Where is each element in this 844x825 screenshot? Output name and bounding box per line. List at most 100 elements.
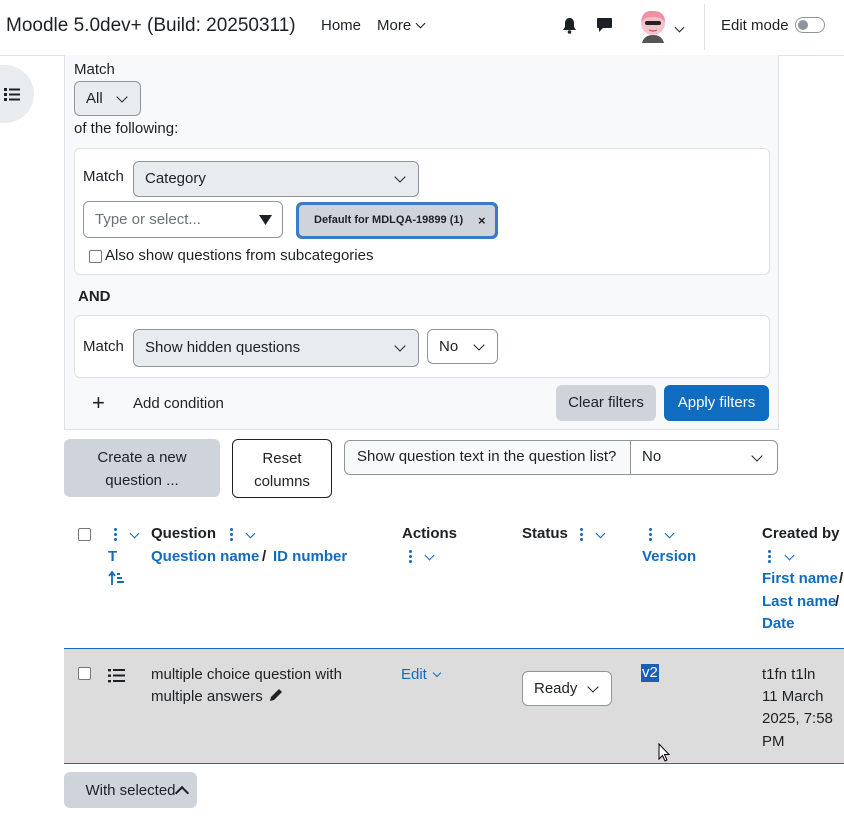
version-value: v2 <box>641 664 659 682</box>
condition-type-value: Category <box>145 170 206 187</box>
type-column-menu-icon[interactable] <box>114 528 118 543</box>
created-date-line-3: PM <box>762 733 785 750</box>
chevron-down-icon <box>394 171 406 183</box>
create-question-label-2: question ... <box>105 472 179 489</box>
edit-mode-label: Edit mode <box>721 17 789 34</box>
status-column-header: Status <box>522 525 568 542</box>
show-question-text-label: Show question text in the question list? <box>357 448 617 465</box>
chip-remove-icon[interactable]: × <box>478 205 486 236</box>
sort-first-name[interactable]: First name <box>762 570 838 587</box>
question-column-header: Question <box>151 525 217 542</box>
category-search-input[interactable]: Type or select... <box>83 201 283 238</box>
filter-panel: Match All of the following: Match Catego… <box>64 55 779 430</box>
sort-last-name[interactable]: Last name <box>762 593 836 610</box>
chevron-down-icon <box>415 18 426 29</box>
type-column-sort[interactable]: T <box>108 548 117 565</box>
condition-match-label: Match <box>83 168 124 185</box>
sort-id-number[interactable]: ID number <box>273 548 347 565</box>
user-avatar[interactable] <box>638 10 668 44</box>
selected-category-chip[interactable]: Default for MDLQA-19899 (1) × <box>299 205 495 236</box>
created-date-line-2: 2025, 7:58 <box>762 710 833 727</box>
chevron-down-icon[interactable] <box>424 550 435 561</box>
course-index-toggle[interactable] <box>0 65 34 123</box>
question-column-menu-icon[interactable] <box>230 528 234 543</box>
apply-filters-button[interactable]: Apply filters <box>664 385 769 421</box>
clear-filters-button[interactable]: Clear filters <box>556 385 656 421</box>
nav-more-label: More <box>377 17 412 34</box>
match-all-value: All <box>86 90 103 107</box>
edit-mode-toggle[interactable] <box>795 17 825 33</box>
condition-type-value: Show hidden questions <box>145 339 301 356</box>
question-name-line-2: multiple answers <box>151 688 263 705</box>
created-by-column-menu-icon[interactable] <box>768 550 772 565</box>
selected-category-label: Default for MDLQA-19899 (1) <box>314 214 464 226</box>
status-column-menu-icon[interactable] <box>580 528 584 543</box>
chevron-down-icon[interactable] <box>129 528 140 539</box>
site-name[interactable]: Moodle 5.0dev+ (Build: 20250311) <box>6 15 296 37</box>
selected-category-chip-focus: Default for MDLQA-19899 (1) × <box>296 202 498 239</box>
sort-question-name[interactable]: Question name <box>151 548 259 565</box>
with-selected-button[interactable]: With selected <box>64 772 197 808</box>
navbar-divider <box>704 4 705 50</box>
show-question-text-value: No <box>642 448 662 465</box>
hidden-value: No <box>439 338 459 355</box>
sort-ascending-icon[interactable] <box>108 571 125 586</box>
top-navbar: Moodle 5.0dev+ (Build: 20250311) Home Mo… <box>0 0 844 56</box>
edit-menu-label: Edit <box>401 666 427 683</box>
multichoice-type-icon <box>108 669 125 683</box>
header-slash: / <box>835 593 840 610</box>
dropdown-triangle-icon <box>259 215 272 225</box>
chevron-down-icon[interactable] <box>664 528 675 539</box>
edit-menu-link[interactable]: Edit <box>401 664 442 686</box>
show-question-text-select[interactable]: No <box>631 441 777 474</box>
chevron-down-icon <box>674 22 685 33</box>
match-label: Match <box>74 61 115 78</box>
status-select[interactable]: Ready <box>522 671 612 706</box>
pencil-edit-icon[interactable] <box>268 687 284 703</box>
condition-match-label: Match <box>83 338 124 355</box>
list-icon <box>4 88 20 101</box>
chevron-down-icon[interactable] <box>784 550 795 561</box>
select-all-checkbox[interactable] <box>78 528 91 541</box>
add-condition-button[interactable]: Add condition <box>133 393 224 415</box>
match-all-select[interactable]: All <box>74 81 141 116</box>
of-following-label: of the following: <box>74 120 179 137</box>
created-date-line-1: 11 March <box>762 688 824 705</box>
mouse-cursor-icon <box>658 743 671 762</box>
category-search-placeholder: Type or select... <box>95 211 201 228</box>
header-slash: / <box>262 548 267 565</box>
notifications-bell-icon[interactable] <box>562 17 577 34</box>
show-question-text-group: Show question text in the question list?… <box>344 440 778 475</box>
chevron-down-icon[interactable] <box>595 528 606 539</box>
chevron-up-icon <box>174 785 190 801</box>
subcategories-checkbox[interactable] <box>89 250 102 263</box>
chevron-down-icon <box>432 668 442 678</box>
chevron-down-icon <box>751 450 763 462</box>
condition-hidden: Match Show hidden questions No <box>74 315 770 378</box>
user-menu-chevron[interactable] <box>674 21 685 38</box>
create-question-label-1: Create a new <box>97 449 187 466</box>
row-select-checkbox[interactable] <box>78 667 91 680</box>
actions-column-menu-icon[interactable] <box>409 550 413 565</box>
nav-more[interactable]: More <box>377 17 426 34</box>
chevron-down-icon <box>116 90 128 103</box>
sort-version[interactable]: Version <box>642 548 696 565</box>
messages-chat-icon[interactable] <box>596 17 613 33</box>
chevron-down-icon <box>587 680 599 693</box>
nav-home[interactable]: Home <box>321 17 361 34</box>
show-question-text-label-box: Show question text in the question list? <box>345 441 631 474</box>
join-label: AND <box>78 288 111 305</box>
create-question-button[interactable]: Create a new question ... <box>64 439 220 497</box>
actions-column-header: Actions <box>402 525 458 542</box>
status-value: Ready <box>534 680 578 697</box>
reset-columns-button[interactable]: Reset columns <box>232 439 332 498</box>
sort-date[interactable]: Date <box>762 615 795 632</box>
condition-type-select[interactable]: Category <box>133 161 419 197</box>
chevron-down-icon <box>473 338 485 351</box>
chevron-down-icon[interactable] <box>245 528 256 539</box>
hidden-value-select[interactable]: No <box>427 329 498 364</box>
version-column-menu-icon[interactable] <box>649 528 653 543</box>
condition-type-select[interactable]: Show hidden questions <box>133 329 419 367</box>
plus-icon[interactable]: + <box>92 392 105 414</box>
table-row[interactable]: multiple choice question with multiple a… <box>64 648 844 764</box>
